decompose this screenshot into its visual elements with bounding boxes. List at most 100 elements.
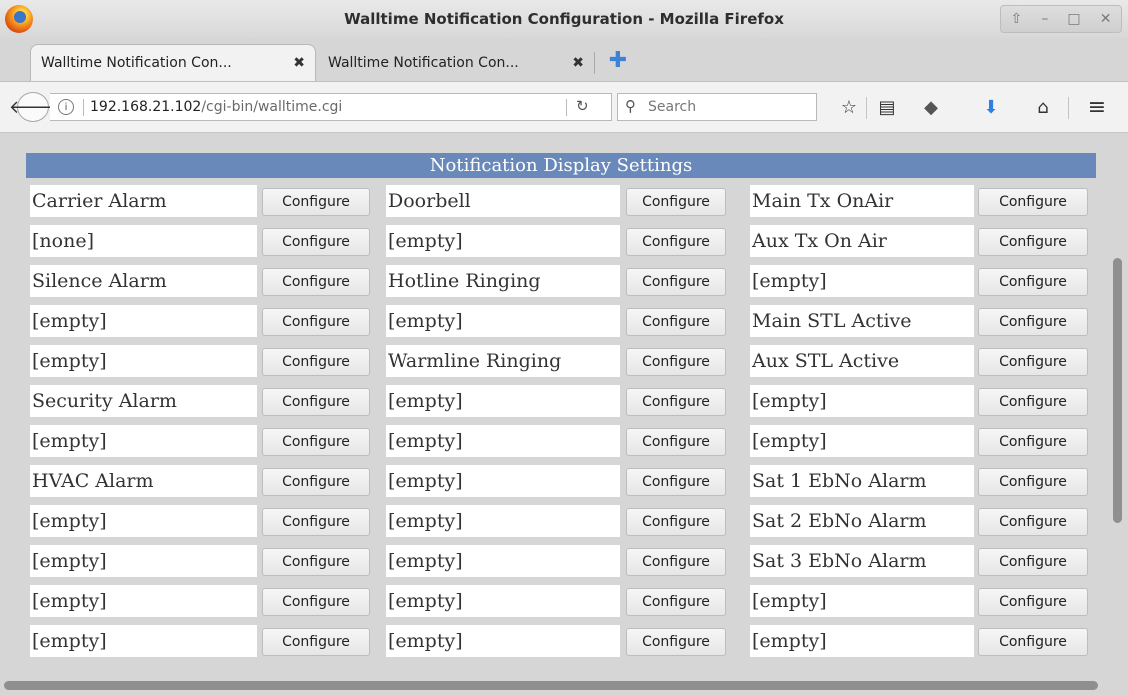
search-placeholder: Search [648, 99, 697, 115]
notification-label: [empty] [30, 585, 257, 617]
close-window-icon[interactable]: ✕ [1100, 11, 1112, 27]
configure-button[interactable]: Configure [262, 388, 370, 416]
configure-button[interactable]: Configure [978, 228, 1088, 256]
settings-row: [empty] Configure [empty] Configure [empty] C… [30, 425, 1098, 457]
page-content: Notification Display Settings Carrier Al… [0, 133, 1128, 696]
configure-button[interactable]: Configure [262, 188, 370, 216]
configure-button[interactable]: Configure [978, 628, 1088, 656]
notification-label: Sat 1 EbNo Alarm [750, 465, 974, 497]
tab-strip: Walltime Notification Con... ✖ Walltime … [0, 38, 1128, 82]
configure-button[interactable]: Configure [978, 428, 1088, 456]
configure-button[interactable]: Configure [626, 308, 726, 336]
notification-label: [none] [30, 225, 257, 257]
configure-button[interactable]: Configure [978, 508, 1088, 536]
search-box[interactable]: ⚲ Search [617, 93, 817, 121]
configure-button[interactable]: Configure [978, 348, 1088, 376]
settings-row: [empty] Configure [empty] Configure [empty] C… [30, 625, 1098, 657]
back-button[interactable]: 🡐 [9, 92, 57, 122]
notification-label: [empty] [30, 345, 257, 377]
pocket-icon[interactable]: ◆ [918, 94, 944, 120]
configure-button[interactable]: Configure [262, 268, 370, 296]
configure-button[interactable]: Configure [262, 468, 370, 496]
notification-label: Carrier Alarm [30, 185, 257, 217]
configure-button[interactable]: Configure [978, 468, 1088, 496]
info-icon[interactable]: i [58, 99, 74, 115]
notification-label: [empty] [386, 425, 620, 457]
new-tab-icon[interactable]: ✚ [606, 48, 630, 73]
download-icon[interactable]: ⬇ [978, 94, 1004, 120]
configure-button[interactable]: Configure [262, 508, 370, 536]
home-icon[interactable]: ⌂ [1030, 94, 1056, 120]
configure-button[interactable]: Configure [262, 228, 370, 256]
tab-walltime-1[interactable]: Walltime Notification Con... ✖ [30, 44, 316, 81]
configure-button[interactable]: Configure [626, 268, 726, 296]
url-text[interactable]: 192.168.21.102/cgi-bin/walltime.cgi [90, 99, 342, 115]
configure-button[interactable]: Configure [626, 468, 726, 496]
tab-close-icon[interactable]: ✖ [293, 55, 305, 71]
url-path: /cgi-bin/walltime.cgi [201, 99, 343, 115]
navigation-bar: 🡐 i 192.168.21.102/cgi-bin/walltime.cgi … [0, 82, 1128, 133]
configure-button[interactable]: Configure [978, 548, 1088, 576]
window-controls: ⇧ – □ ✕ [1000, 5, 1122, 33]
configure-button[interactable]: Configure [626, 388, 726, 416]
menu-icon[interactable]: ≡ [1084, 94, 1110, 120]
configure-button[interactable]: Configure [626, 348, 726, 376]
configure-button[interactable]: Configure [626, 188, 726, 216]
configure-button[interactable]: Configure [262, 548, 370, 576]
notification-label: [empty] [386, 385, 620, 417]
notification-label: [empty] [386, 465, 620, 497]
tab-walltime-2[interactable]: Walltime Notification Con... ✖ [318, 44, 594, 81]
configure-button[interactable]: Configure [978, 588, 1088, 616]
horizontal-scrollbar[interactable] [4, 681, 1098, 690]
configure-button[interactable]: Configure [262, 588, 370, 616]
configure-button[interactable]: Configure [978, 268, 1088, 296]
configure-button[interactable]: Configure [626, 508, 726, 536]
settings-row: [none] Configure [empty] Configure Aux Tx On… [30, 225, 1098, 257]
notification-label: [empty] [30, 625, 257, 657]
notification-label: [empty] [386, 585, 620, 617]
settings-row: HVAC Alarm Configure [empty] Configure Sat 1… [30, 465, 1098, 497]
configure-button[interactable]: Configure [626, 428, 726, 456]
notification-label: Warmline Ringing [386, 345, 620, 377]
notification-label: Aux Tx On Air [750, 225, 974, 257]
configure-button[interactable]: Configure [978, 188, 1088, 216]
tab-separator [594, 52, 595, 74]
configure-button[interactable]: Configure [626, 548, 726, 576]
configure-button[interactable]: Configure [626, 228, 726, 256]
bookmark-star-icon[interactable]: ☆ [836, 94, 862, 120]
settings-row: [empty] Configure [empty] Configure [empty] C… [30, 585, 1098, 617]
url-separator [83, 99, 84, 116]
window-titlebar: Walltime Notification Configuration - Mo… [0, 0, 1128, 39]
notification-label: [empty] [750, 585, 974, 617]
notification-label: [empty] [30, 305, 257, 337]
notification-label: Security Alarm [30, 385, 257, 417]
settings-row: Silence Alarm Configure Hotline Ringing Con… [30, 265, 1098, 297]
configure-button[interactable]: Configure [978, 308, 1088, 336]
settings-row: Carrier Alarm Configure Doorbell Configure M… [30, 185, 1098, 217]
reading-list-icon[interactable]: ▤ [874, 94, 900, 120]
configure-button[interactable]: Configure [978, 388, 1088, 416]
minimize-icon[interactable]: – [1041, 11, 1048, 27]
notification-label: [empty] [30, 505, 257, 537]
configure-button[interactable]: Configure [626, 588, 726, 616]
configure-button[interactable]: Configure [262, 308, 370, 336]
reload-icon[interactable]: ↻ [576, 97, 589, 115]
configure-button[interactable]: Configure [262, 628, 370, 656]
search-icon: ⚲ [625, 97, 636, 115]
configure-button[interactable]: Configure [262, 348, 370, 376]
tab-close-icon[interactable]: ✖ [572, 55, 584, 71]
settings-row: [empty] Configure [empty] Configure Main STL… [30, 305, 1098, 337]
settings-header: Notification Display Settings [26, 153, 1096, 178]
settings-row: [empty] Configure Warmline Ringing Configur… [30, 345, 1098, 377]
window-shade-icon[interactable]: ⇧ [1011, 11, 1023, 27]
notification-label: Main Tx OnAir [750, 185, 974, 217]
nav-separator [1068, 97, 1069, 119]
configure-button[interactable]: Configure [262, 428, 370, 456]
url-bar[interactable]: i 192.168.21.102/cgi-bin/walltime.cgi ↻ [50, 93, 612, 121]
configure-button[interactable]: Configure [626, 628, 726, 656]
maximize-icon[interactable]: □ [1067, 11, 1080, 27]
vertical-scrollbar[interactable] [1113, 258, 1122, 523]
notification-label: [empty] [750, 265, 974, 297]
notification-label: [empty] [386, 545, 620, 577]
notification-label: Hotline Ringing [386, 265, 620, 297]
